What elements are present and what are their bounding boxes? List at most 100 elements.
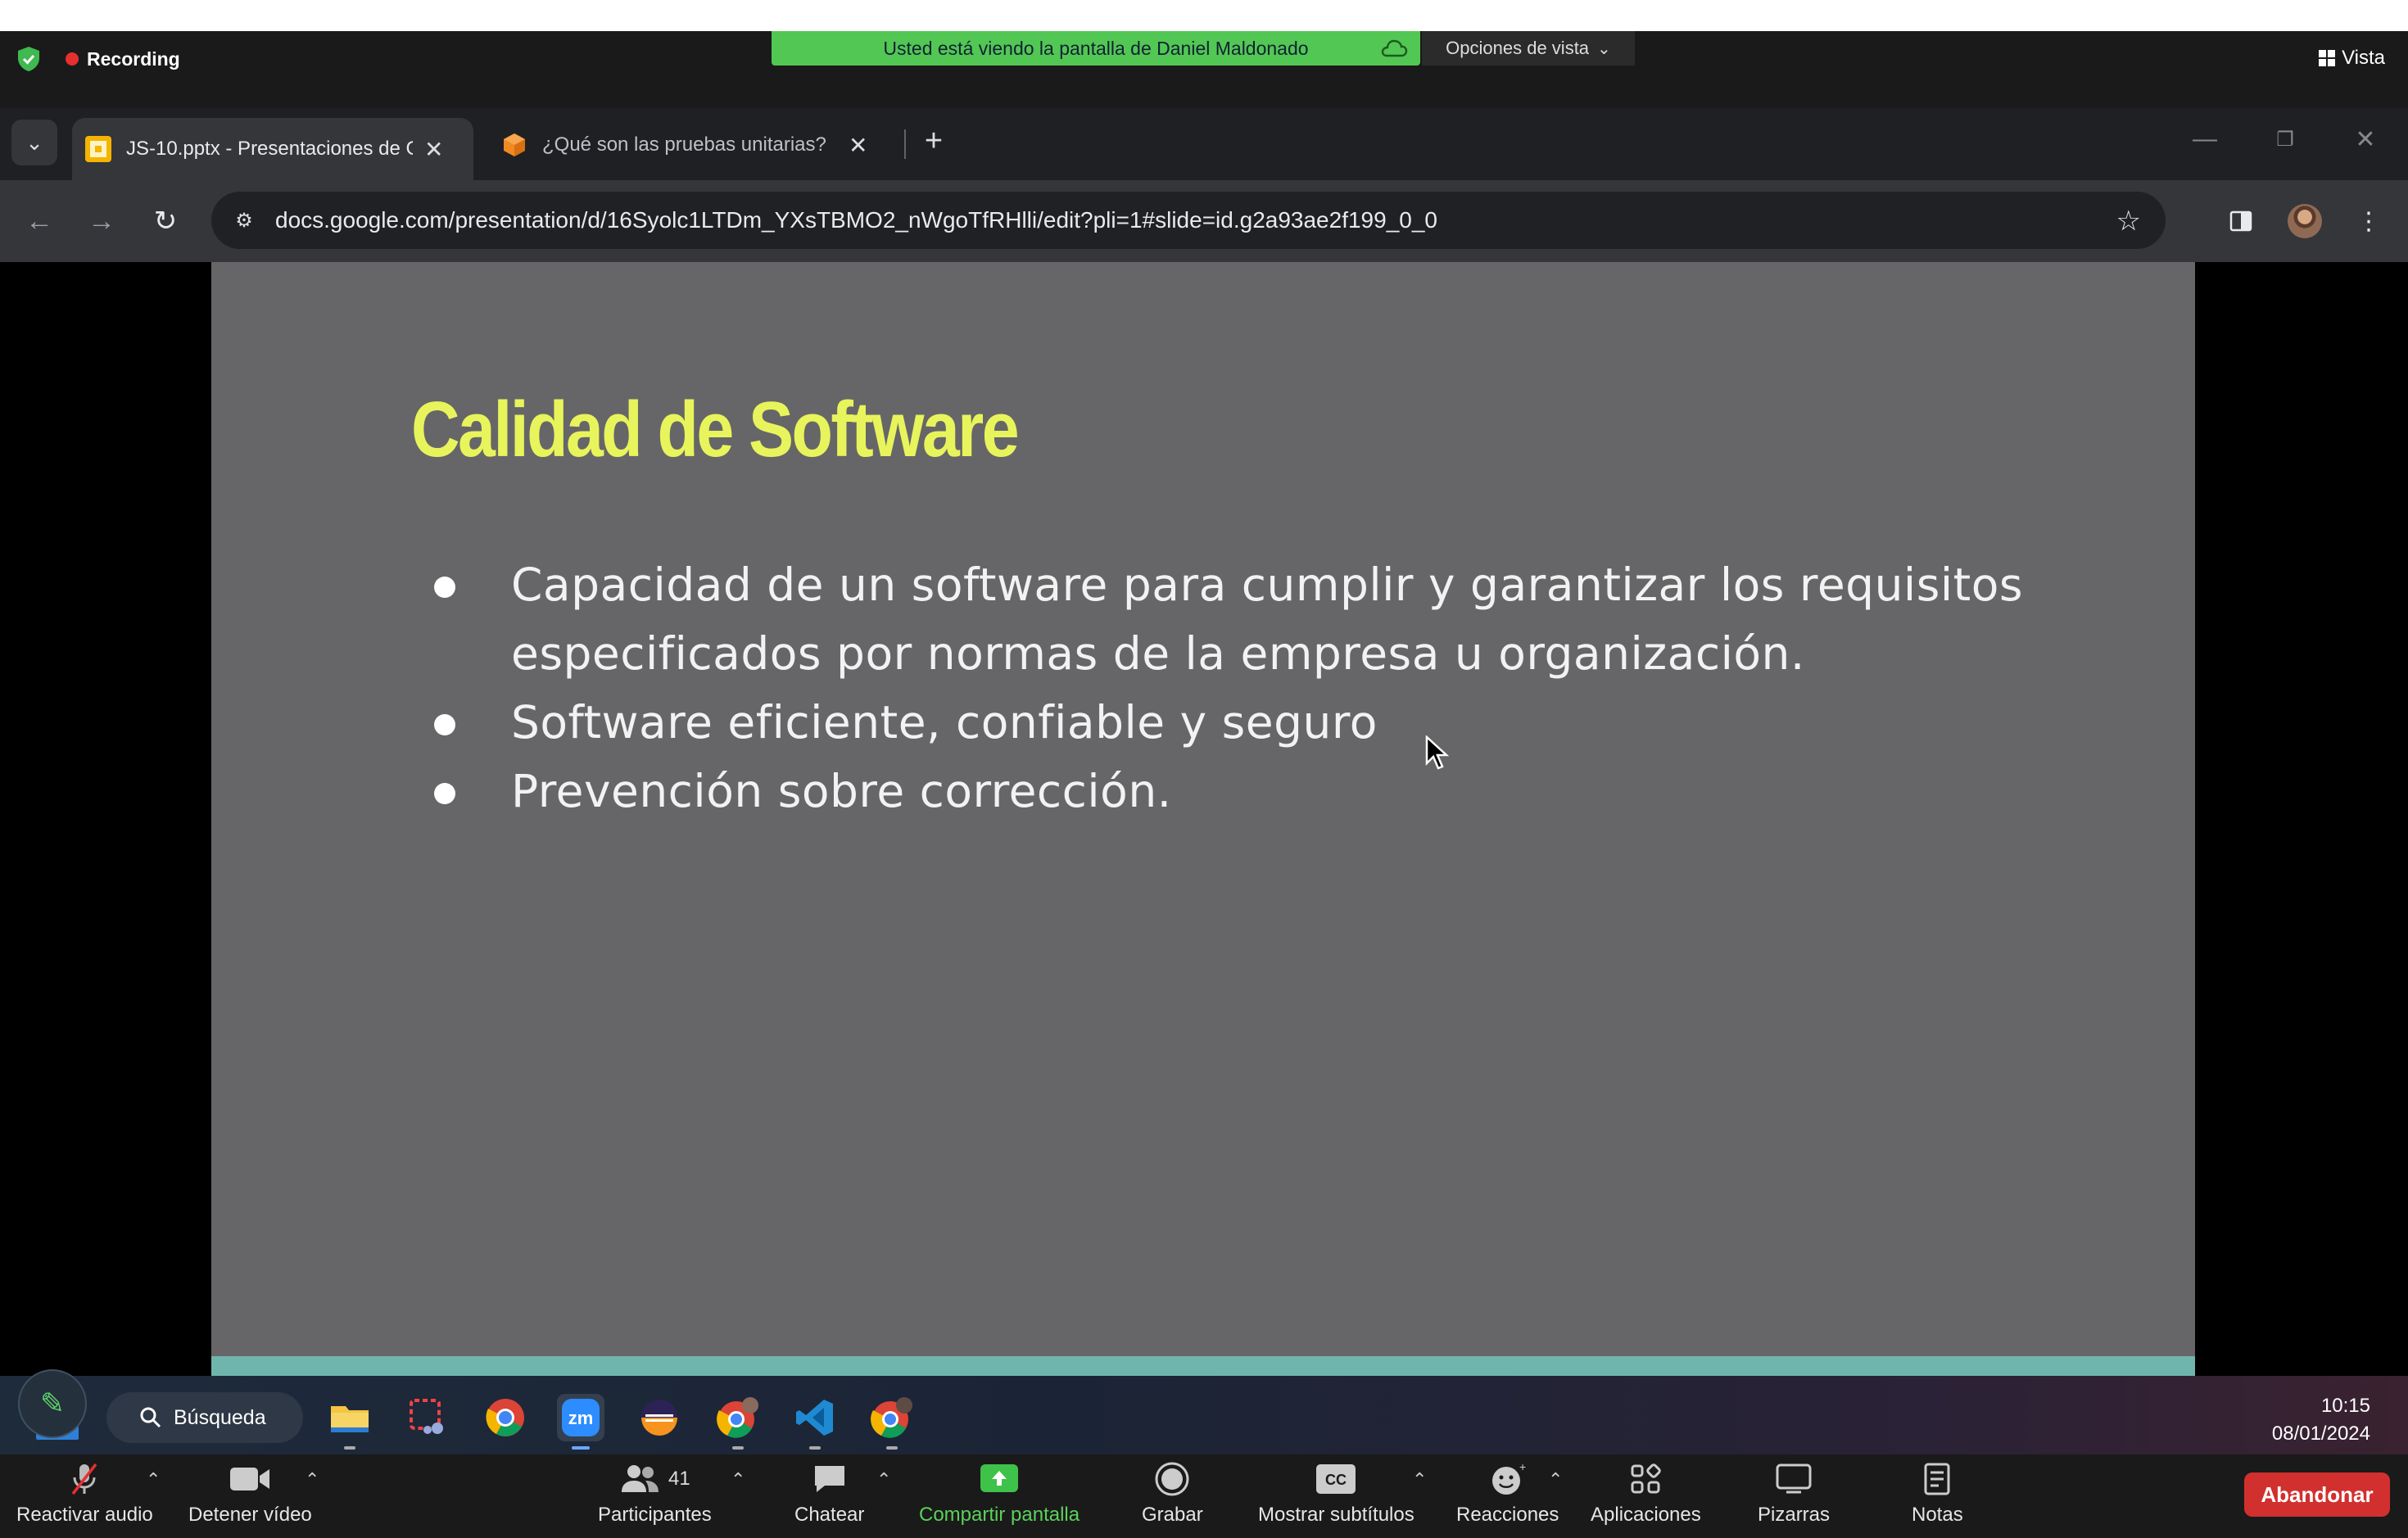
participants-options-caret[interactable]: ⌃	[731, 1469, 745, 1491]
view-button[interactable]: Vista	[2319, 44, 2385, 72]
search-label: Búsqueda	[174, 1405, 266, 1429]
snipping-tool-icon[interactable]	[405, 1394, 452, 1441]
vscode-icon[interactable]	[791, 1394, 839, 1450]
google-slides-icon	[85, 136, 111, 162]
bullet-dot	[434, 714, 455, 735]
cloud-icon	[1381, 39, 1408, 57]
bullet-dot	[434, 783, 455, 804]
profile-avatar[interactable]	[2285, 201, 2324, 241]
chrome-icon[interactable]	[482, 1394, 529, 1441]
close-icon[interactable]: ✕	[849, 132, 867, 159]
bookmark-star-icon[interactable]: ☆	[2116, 205, 2141, 237]
video-camera-icon	[229, 1461, 271, 1497]
captions-button[interactable]: CC Mostrar subtítulos	[1258, 1459, 1414, 1533]
bullet-item: Capacidad de un software para cumplir y …	[434, 550, 2072, 688]
taskbar-search[interactable]: Búsqueda	[106, 1392, 303, 1443]
share-screen-label: Compartir pantalla	[919, 1504, 1080, 1526]
share-screen-button[interactable]: Compartir pantalla	[919, 1459, 1080, 1533]
close-window-icon[interactable]: ✕	[2349, 123, 2382, 156]
video-options-caret[interactable]: ⌃	[305, 1469, 319, 1491]
search-icon	[140, 1407, 161, 1428]
recording-dot-icon	[66, 52, 79, 66]
participants-icon: 41	[619, 1461, 690, 1497]
stop-video-button[interactable]: Detener vídeo	[188, 1459, 312, 1533]
chrome-profile-2-icon[interactable]	[868, 1394, 916, 1450]
whiteboards-button[interactable]: Pizarras	[1758, 1459, 1830, 1533]
notes-button[interactable]: Notas	[1912, 1459, 1963, 1533]
apps-label: Aplicaciones	[1591, 1504, 1701, 1526]
stop-video-label: Detener vídeo	[188, 1504, 312, 1526]
mouse-cursor-icon	[1425, 735, 1450, 770]
top-margin	[0, 0, 2408, 31]
whiteboards-label: Pizarras	[1758, 1504, 1831, 1526]
clock-date: 08/01/2024	[2271, 1423, 2370, 1445]
notes-icon	[1922, 1461, 1952, 1497]
slide-bullet-list: Capacidad de un software para cumplir y …	[434, 550, 2072, 826]
tab-separator	[904, 129, 906, 159]
slide-title: Calidad de Software	[411, 386, 1020, 473]
back-icon[interactable]: ←	[20, 201, 59, 241]
smiley-icon: +	[1490, 1461, 1526, 1497]
view-options-dropdown[interactable]: Opciones de vista ⌄	[1422, 31, 1635, 66]
tab-unit-tests[interactable]: ¿Qué son las pruebas unitarias? ✕	[488, 118, 894, 172]
reactions-options-caret[interactable]: ⌃	[1548, 1469, 1563, 1491]
recording-label: Recording	[87, 47, 180, 70]
recording-indicator[interactable]: Recording	[66, 46, 180, 72]
forward-icon[interactable]: →	[82, 201, 121, 241]
apps-icon	[1627, 1461, 1663, 1497]
chat-options-caret[interactable]: ⌃	[876, 1469, 891, 1491]
reload-icon[interactable]: ↻	[146, 201, 185, 241]
site-settings-icon[interactable]: ⚙	[229, 206, 259, 235]
taskbar-clock[interactable]: 10:15 08/01/2024	[2272, 1392, 2370, 1448]
share-banner-text: Usted está viendo la pantalla de Daniel …	[883, 37, 1309, 59]
cc-icon: CC	[1315, 1461, 1357, 1497]
chevron-down-icon: ⌄	[1597, 39, 1611, 58]
whiteboard-icon	[1775, 1461, 1813, 1497]
menu-icon[interactable]: ⋮	[2349, 201, 2388, 241]
bullet-dot	[434, 577, 455, 598]
tab-title: JS-10.pptx - Presentaciones de Google	[126, 138, 413, 160]
close-icon[interactable]: ✕	[424, 136, 443, 163]
annotate-pen-icon[interactable]: ✎	[18, 1369, 87, 1438]
svg-text:zm: zm	[568, 1408, 594, 1428]
view-options-label: Opciones de vista	[1446, 38, 1590, 58]
reactions-label: Reacciones	[1456, 1504, 1559, 1526]
eclipse-icon[interactable]	[636, 1394, 683, 1441]
bullet-item: Prevención sobre corrección.	[434, 757, 2072, 826]
side-panel-icon[interactable]	[2221, 201, 2261, 241]
zoom-icon[interactable]: zm	[557, 1394, 604, 1450]
tab-search-button[interactable]: ⌄	[11, 120, 57, 165]
chrome-profile-icon[interactable]	[714, 1394, 762, 1450]
participants-label: Participantes	[598, 1504, 712, 1526]
grid-view-icon	[2319, 50, 2336, 66]
captions-options-caret[interactable]: ⌃	[1412, 1469, 1427, 1491]
record-button[interactable]: Grabar	[1142, 1459, 1203, 1533]
zoom-control-bar	[0, 1454, 2408, 1538]
apps-button[interactable]: Aplicaciones	[1591, 1459, 1701, 1533]
bullet-item: Software eficiente, confiable y seguro	[434, 688, 2072, 757]
security-shield-icon[interactable]	[16, 46, 41, 72]
notes-label: Notas	[1912, 1504, 1963, 1526]
participants-button[interactable]: 41 Participantes	[598, 1459, 712, 1533]
new-tab-button[interactable]: +	[916, 123, 952, 159]
reactions-button[interactable]: + Reacciones	[1456, 1459, 1559, 1533]
clock-time: 10:15	[2320, 1395, 2370, 1417]
minimize-icon[interactable]: —	[2188, 123, 2221, 156]
tab-title: ¿Qué son las pruebas unitarias?	[542, 133, 826, 156]
unmute-button[interactable]: Reactivar audio	[16, 1459, 153, 1533]
chat-bubble-icon	[812, 1461, 848, 1497]
file-explorer-icon[interactable]	[326, 1394, 373, 1450]
captions-label: Mostrar subtítulos	[1258, 1504, 1414, 1526]
audio-options-caret[interactable]: ⌃	[146, 1469, 161, 1491]
restore-icon[interactable]: ❐	[2269, 123, 2302, 156]
leave-meeting-button[interactable]: Abandonar	[2244, 1472, 2390, 1517]
address-bar[interactable]: ⚙ docs.google.com/presentation/d/16Syolc…	[211, 192, 2166, 249]
share-screen-icon	[979, 1461, 1020, 1497]
record-label: Grabar	[1142, 1504, 1203, 1526]
participants-count: 41	[668, 1468, 690, 1490]
cube-icon	[504, 133, 525, 156]
chat-button[interactable]: Chatear	[794, 1459, 864, 1533]
svg-text:CC: CC	[1325, 1472, 1347, 1488]
chat-label: Chatear	[794, 1504, 865, 1526]
tab-slides[interactable]: JS-10.pptx - Presentaciones de Google ✕	[72, 118, 473, 180]
